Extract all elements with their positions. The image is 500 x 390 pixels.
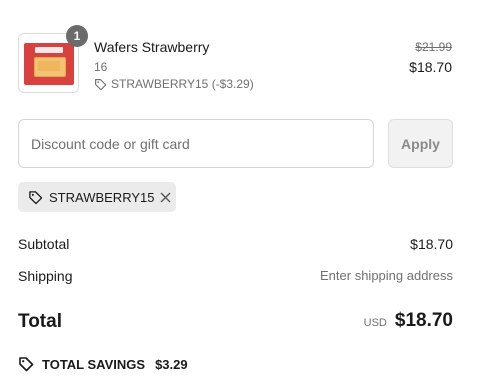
applied-code-text: STRAWBERRY15 — [49, 189, 155, 205]
product-image — [24, 43, 74, 85]
subtotal-label: Subtotal — [18, 236, 70, 252]
tag-icon — [94, 78, 107, 91]
total-value: $18.70 — [394, 310, 453, 331]
total-savings: TOTAL SAVINGS $3.29 — [18, 356, 188, 372]
shipping-label: Shipping — [18, 268, 73, 284]
savings-value: $3.29 — [155, 356, 188, 372]
original-price: $21.99 — [415, 40, 452, 54]
total-label: Total — [18, 311, 62, 332]
product-discount-line: STRAWBERRY15 (-$3.29) — [94, 77, 254, 91]
product-price: $18.70 — [409, 59, 452, 75]
product-discount-text: STRAWBERRY15 (-$3.29) — [111, 77, 254, 91]
product-variant: 16 — [94, 60, 108, 74]
discount-code-input[interactable] — [18, 119, 374, 168]
savings-label: TOTAL SAVINGS — [42, 356, 146, 372]
quantity-badge: 1 — [66, 25, 88, 47]
total-amount: USD $18.70 — [364, 310, 453, 332]
shipping-value: Enter shipping address — [320, 268, 453, 283]
apply-button[interactable]: Apply — [388, 119, 453, 168]
tag-icon — [28, 190, 43, 205]
applied-discount-chip: STRAWBERRY15 — [18, 182, 176, 212]
subtotal-value: $18.70 — [410, 236, 453, 252]
close-icon[interactable] — [160, 190, 171, 204]
currency-code: USD — [363, 317, 387, 329]
product-name: Wafers Strawberry — [94, 39, 210, 55]
tag-icon — [18, 356, 34, 372]
